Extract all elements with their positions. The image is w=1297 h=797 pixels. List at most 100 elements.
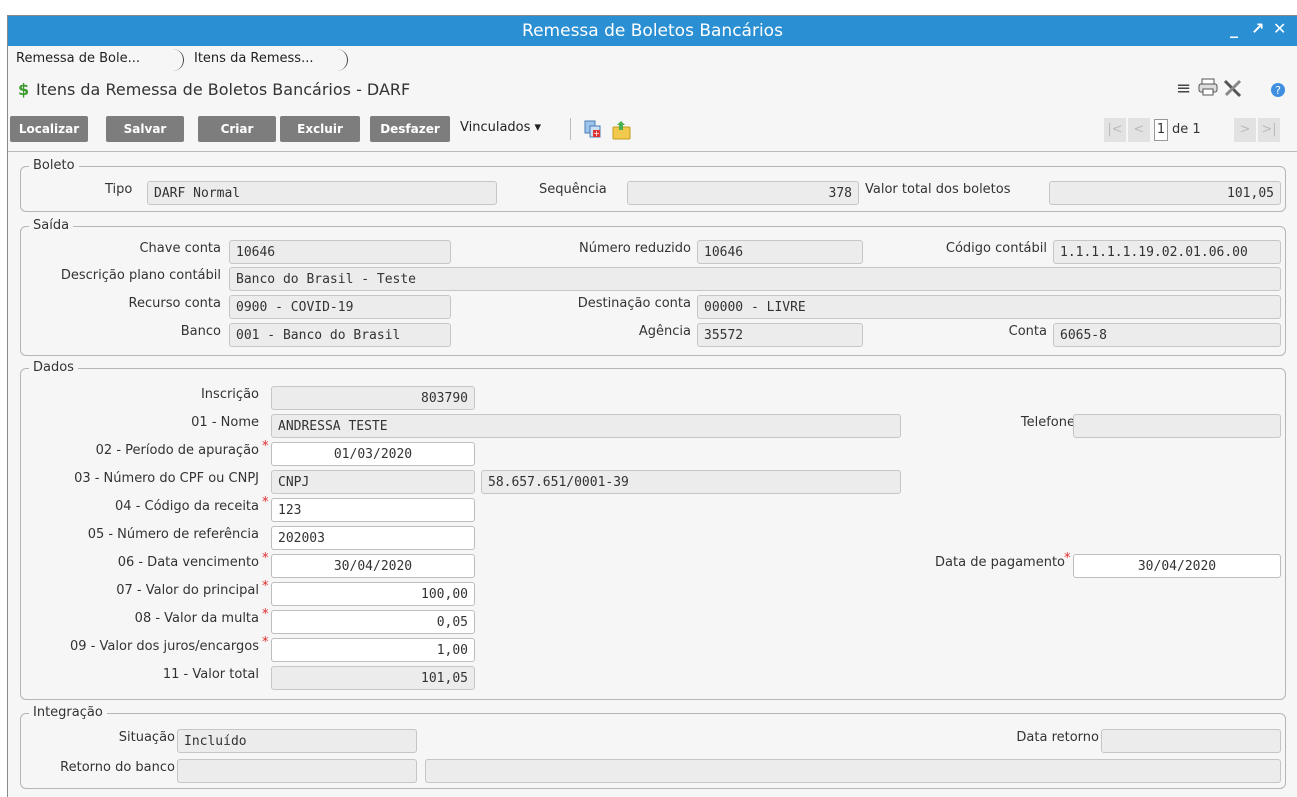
page-input[interactable]: 1 <box>1154 119 1168 141</box>
caret-down-icon: ▾ <box>534 120 542 135</box>
svg-text:+: + <box>593 129 600 138</box>
integracao-legend: Integração <box>29 706 107 720</box>
toolbar-divider <box>570 118 571 140</box>
agencia-label: Agência <box>638 324 691 339</box>
destinacao-conta-field[interactable]: 00000 - LIVRE <box>697 295 1281 319</box>
folder-upload-icon[interactable] <box>612 120 631 140</box>
retorno-banco-code-field[interactable] <box>177 759 417 783</box>
valor-total-field[interactable]: 101,05 <box>271 666 475 690</box>
required-marker: * <box>262 495 269 510</box>
numero-reduzido-label: Número reduzido <box>579 241 691 256</box>
tipo-field[interactable]: DARF Normal <box>147 181 497 205</box>
maximize-button[interactable]: ↗ <box>1251 19 1264 38</box>
retorno-banco-detail-field[interactable] <box>425 759 1281 783</box>
money-icon: $ <box>18 80 30 99</box>
toolbar: Localizar Salvar Criar Excluir Desfazer … <box>8 110 1297 150</box>
numero-reduzido-field[interactable]: 10646 <box>697 240 863 264</box>
desfazer-button[interactable]: Desfazer <box>370 116 450 142</box>
minimize-button[interactable]: _ <box>1230 19 1238 38</box>
valor-juros-label: 09 - Valor dos juros/encargos <box>70 639 259 654</box>
tab-itens-remessa[interactable]: Itens da Remess... <box>186 49 348 71</box>
saida-legend: Saída <box>29 219 74 233</box>
situacao-label: Situação <box>118 730 175 745</box>
page-count: de 1 <box>1172 122 1201 137</box>
data-vencimento-label: 06 - Data vencimento <box>117 555 259 570</box>
menu-icon[interactable]: ≡ <box>1176 78 1191 99</box>
window-title: Remessa de Boletos Bancários <box>522 21 783 41</box>
recurso-conta-field[interactable]: 0900 - COVID-19 <box>229 295 451 319</box>
sequencia-field[interactable]: 378 <box>627 181 859 205</box>
data-retorno-label: Data retorno <box>1016 730 1099 745</box>
valor-juros-input[interactable]: 1,00 <box>271 638 475 662</box>
svg-text:?: ? <box>1275 84 1281 97</box>
next-page-button[interactable]: > <box>1234 118 1256 142</box>
dados-group: Dados Inscrição 803790 01 - Nome ANDRESS… <box>20 361 1286 700</box>
cpf-cnpj-type-field[interactable]: CNPJ <box>271 470 475 494</box>
app-window: Remessa de Boletos Bancários _ ↗ ✕ Remes… <box>7 15 1297 797</box>
chave-conta-label: Chave conta <box>139 241 221 256</box>
valor-total-label: 11 - Valor total <box>162 667 259 682</box>
numero-referencia-label: 05 - Número de referência <box>87 527 259 542</box>
valor-principal-input[interactable]: 100,00 <box>271 582 475 606</box>
recurso-conta-label: Recurso conta <box>128 296 221 311</box>
codigo-contabil-field[interactable]: 1.1.1.1.1.19.02.01.06.00 <box>1053 240 1281 264</box>
nome-label: 01 - Nome <box>191 415 259 430</box>
breadcrumb-tabs: Remessa de Bole... Itens da Remess... <box>8 47 1297 72</box>
conta-field[interactable]: 6065-8 <box>1053 323 1281 347</box>
dados-legend: Dados <box>29 361 78 375</box>
vinculados-dropdown[interactable]: Vinculados ▾ <box>460 120 541 135</box>
tab-remessa-boletos[interactable]: Remessa de Bole... <box>8 49 184 71</box>
telefone-field[interactable] <box>1073 414 1281 438</box>
inscricao-field[interactable]: 803790 <box>271 386 475 410</box>
boleto-legend: Boleto <box>29 159 79 173</box>
close-button[interactable]: ✕ <box>1273 19 1286 38</box>
banco-field[interactable]: 001 - Banco do Brasil <box>229 323 451 347</box>
nome-field[interactable]: ANDRESSA TESTE <box>271 414 901 438</box>
agencia-field[interactable]: 35572 <box>697 323 863 347</box>
codigo-receita-input[interactable]: 123 <box>271 498 475 522</box>
conta-label: Conta <box>1008 324 1047 339</box>
periodo-apuracao-input[interactable]: 01/03/2020 <box>271 442 475 466</box>
valor-multa-label: 08 - Valor da multa <box>134 611 259 626</box>
localizar-button[interactable]: Localizar <box>10 116 88 142</box>
integracao-group: Integração Situação Incluído Data retorn… <box>20 706 1286 789</box>
inscricao-label: Inscrição <box>200 387 259 402</box>
data-vencimento-input[interactable]: 30/04/2020 <box>271 554 475 578</box>
form-header: $ Itens da Remessa de Boletos Bancários … <box>8 74 1297 106</box>
last-page-button[interactable]: >| <box>1258 118 1280 142</box>
codigo-contabil-label: Código contábil <box>945 241 1047 256</box>
saida-group: Saída Chave conta 10646 Número reduzido … <box>20 219 1286 356</box>
vinculados-label: Vinculados <box>460 120 531 135</box>
telefone-label: Telefone <box>1020 415 1075 430</box>
boleto-group: Boleto Tipo DARF Normal Sequência 378 Va… <box>20 159 1286 212</box>
first-page-button[interactable]: |< <box>1104 118 1126 142</box>
cpf-cnpj-label: 03 - Número do CPF ou CNPJ <box>74 471 259 486</box>
cpf-cnpj-number-field[interactable]: 58.657.651/0001-39 <box>481 470 901 494</box>
print-icon[interactable] <box>1198 78 1218 101</box>
situacao-field[interactable]: Incluído <box>177 729 417 753</box>
tools-icon[interactable] <box>1222 78 1244 103</box>
help-icon[interactable]: ? <box>1270 82 1286 103</box>
data-pagamento-label: Data de pagamento <box>935 555 1065 570</box>
valor-total-boletos-field[interactable]: 101,05 <box>1049 181 1281 205</box>
data-pagamento-input[interactable]: 30/04/2020 <box>1073 554 1281 578</box>
copy-add-icon[interactable]: + <box>584 120 602 138</box>
valor-multa-input[interactable]: 0,05 <box>271 610 475 634</box>
tipo-label: Tipo <box>105 182 133 197</box>
chave-conta-field[interactable]: 10646 <box>229 240 451 264</box>
numero-referencia-input[interactable]: 202003 <box>271 526 475 550</box>
destinacao-conta-label: Destinação conta <box>577 296 691 311</box>
prev-page-button[interactable]: < <box>1128 118 1150 142</box>
descricao-plano-field[interactable]: Banco do Brasil - Teste <box>229 267 1281 291</box>
required-marker: * <box>262 635 269 650</box>
retorno-banco-label: Retorno do banco <box>60 760 175 775</box>
periodo-apuracao-label: 02 - Período de apuração <box>95 443 259 458</box>
valor-total-boletos-label: Valor total dos boletos <box>865 182 1011 197</box>
criar-button[interactable]: Criar <box>198 116 276 142</box>
salvar-button[interactable]: Salvar <box>106 116 184 142</box>
title-bar: Remessa de Boletos Bancários _ ↗ ✕ <box>8 16 1297 46</box>
page-title: Itens da Remessa de Boletos Bancários - … <box>36 80 411 99</box>
data-retorno-field[interactable] <box>1101 729 1281 753</box>
excluir-button[interactable]: Excluir <box>280 116 360 142</box>
divider <box>8 151 1297 152</box>
